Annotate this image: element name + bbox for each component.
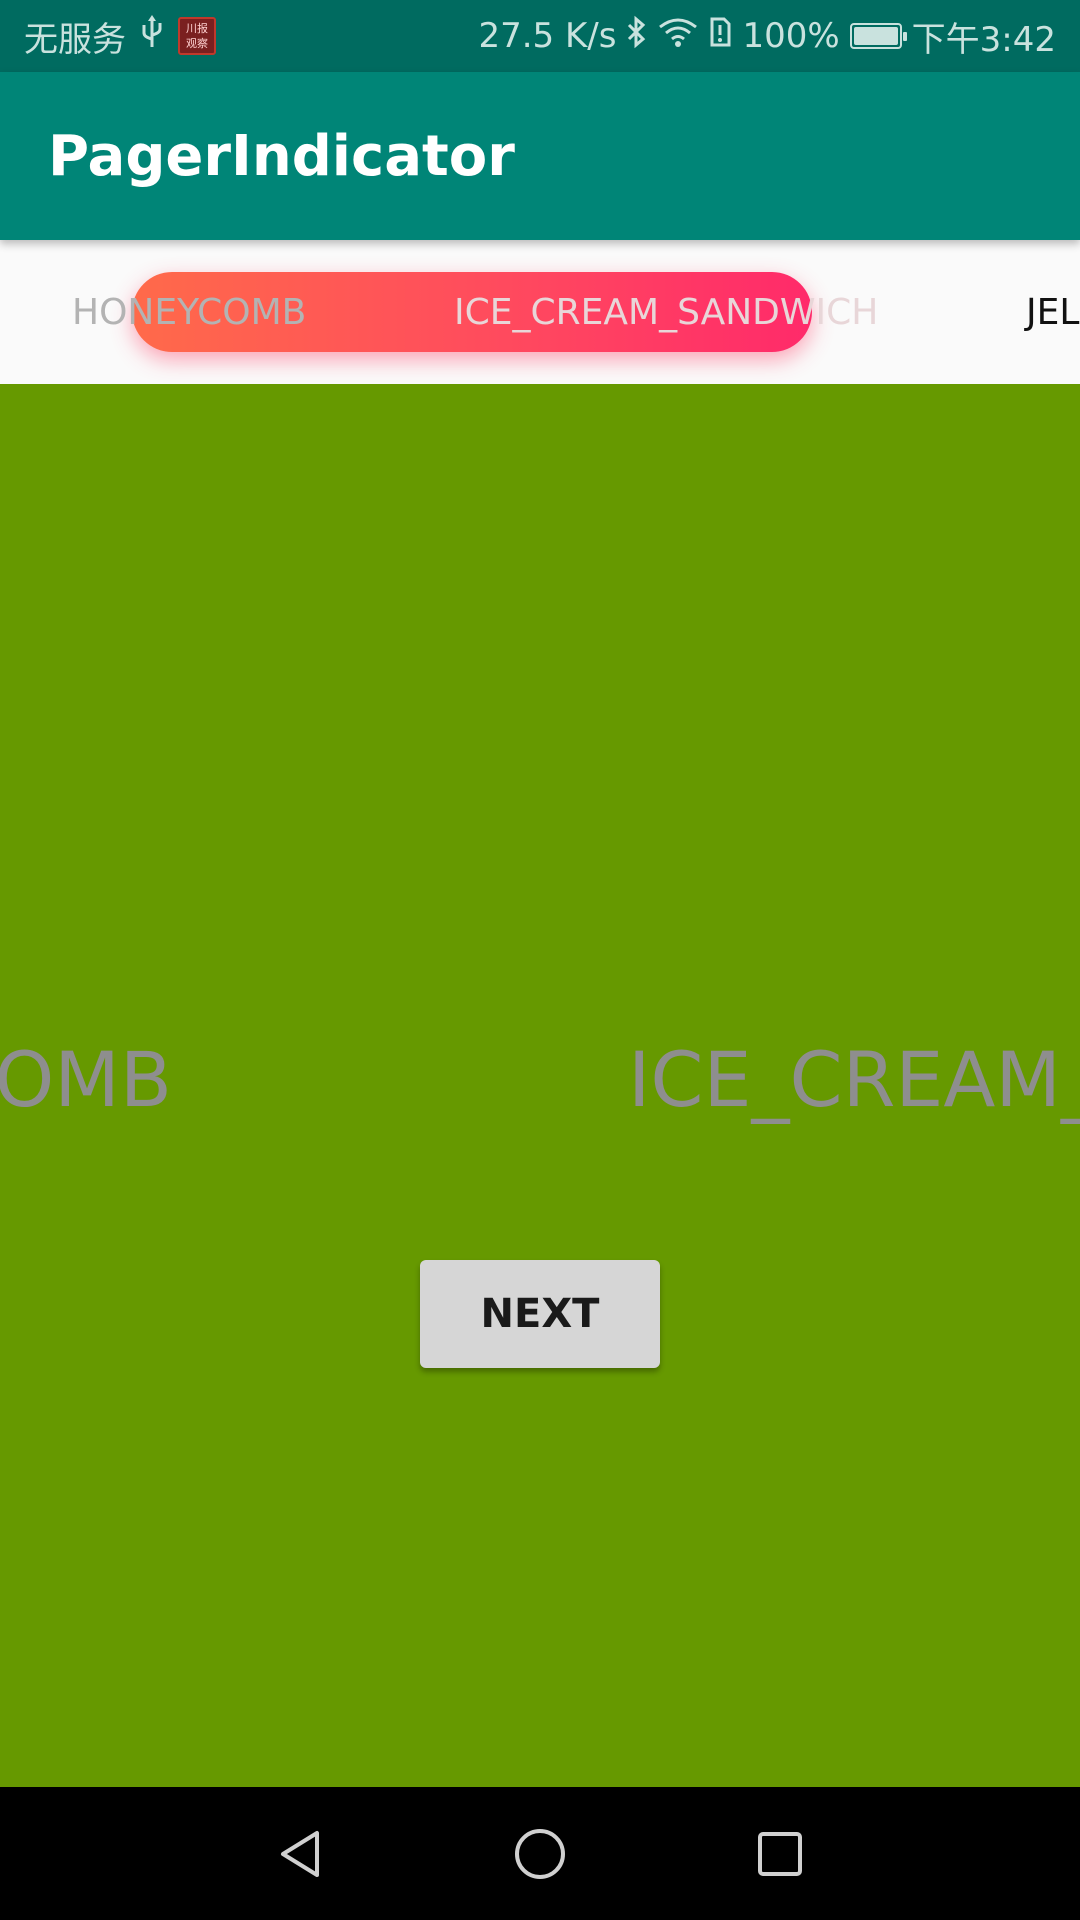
home-icon[interactable] (480, 1787, 600, 1920)
screen: 无服务 川报观察 27.5 K/s 100% 下午3:42 PagerIndic… (0, 0, 1080, 1920)
app-bar: PagerIndicator (0, 72, 1080, 240)
status-bar: 无服务 川报观察 27.5 K/s 100% 下午3:42 (0, 0, 1080, 72)
sim-alert-icon (708, 15, 732, 58)
clock: 下午3:42 (911, 19, 1056, 60)
tab-jelly-bean[interactable]: JELL (1026, 240, 1080, 384)
battery-charging-icon (849, 23, 907, 49)
status-right: 27.5 K/s 100% 下午3:42 (478, 0, 1056, 72)
recent-apps-icon[interactable] (720, 1787, 840, 1920)
back-icon[interactable] (240, 1787, 360, 1920)
battery-level (853, 27, 898, 45)
carrier-text: 无服务 (24, 19, 126, 60)
view-pager[interactable]: COMB ICE_CREAM_S NEXT (0, 384, 1080, 1787)
app-stamp-icon: 川报观察 (178, 17, 216, 55)
battery-percent: 100% (742, 16, 840, 56)
app-title: PagerIndicator (48, 123, 515, 189)
tab-honeycomb[interactable]: HONEYCOMB (72, 240, 306, 384)
status-left: 无服务 川报观察 (24, 0, 216, 72)
pager-indicator: HONEYCOMB ICE_CREAM_SANDWICH JELL (0, 240, 1080, 384)
page-label-next: ICE_CREAM_S (628, 1035, 1080, 1124)
wifi-icon (658, 15, 698, 58)
page-label-previous: COMB (0, 1035, 172, 1124)
usb-icon (140, 14, 164, 58)
tab-ice-cream-sandwich[interactable]: ICE_CREAM_SANDWICH (454, 240, 878, 384)
net-speed: 27.5 K/s (478, 16, 617, 56)
stamp-text: 川报观察 (186, 22, 208, 50)
bluetooth-icon (626, 15, 648, 58)
navigation-bar (0, 1787, 1080, 1920)
next-button[interactable]: NEXT (420, 1260, 660, 1368)
